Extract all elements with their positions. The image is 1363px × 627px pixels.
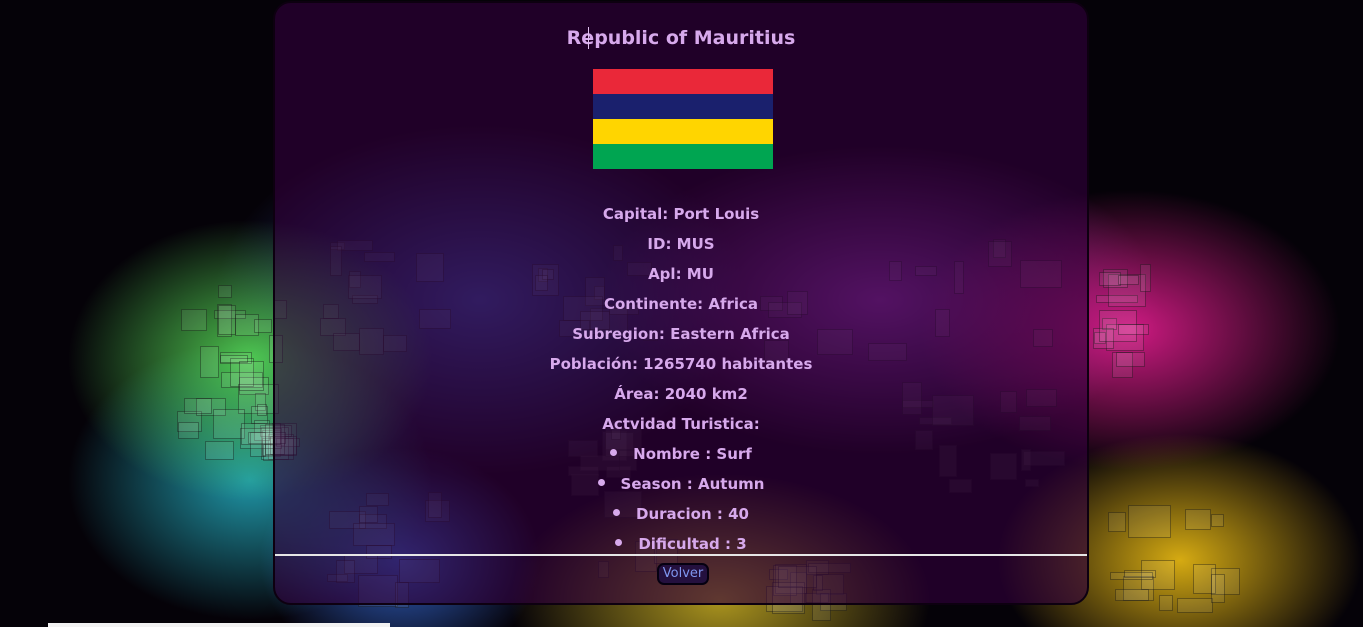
flag-stripe-yellow [593,119,773,144]
area-info: Área: 2040 km2 [614,385,748,403]
map-block [218,285,232,298]
activity-difficulty: Dificultad : 3 [638,535,747,553]
country-name: Republic of Mauritius [566,27,796,49]
divider [275,554,1087,556]
id-info: ID: MUS [647,235,715,253]
continent-info: Continente: Africa [603,295,759,313]
bullet-icon [615,539,623,546]
country-detail-card: Republic of Mauritius Capital: Port Loui… [273,1,1089,605]
map-block [178,422,199,439]
activity-item: Duracion : 40 [275,499,1087,529]
map-block [1116,352,1145,367]
back-button[interactable]: Volver [657,563,709,585]
map-block [1211,514,1224,527]
bottom-scroll-bar [48,623,390,627]
country-flag [593,69,773,169]
map-block [184,398,212,414]
map-block [1185,509,1211,530]
map-block [1211,574,1225,603]
capital-info: Capital: Port Louis [602,205,760,223]
population-info: Población: 1265740 habitantes [549,355,813,373]
country-info-list: Capital: Port Louis ID: MUS Apl: MU Cont… [275,199,1087,559]
map-block [257,404,267,416]
map-block [218,305,236,335]
map-block [254,319,272,333]
text-cursor [588,27,589,49]
bullet-icon [597,479,605,486]
bullet-icon [613,509,620,516]
map-block [200,346,219,378]
activity-season: Season : Autumn [620,475,765,493]
map-block [1115,589,1149,601]
flag-stripe-green [593,144,773,169]
map-block [1118,324,1149,335]
bullet-icon [610,449,618,456]
map-block [1128,505,1171,538]
activity-item: Nombre : Surf [275,439,1087,469]
map-block [1177,598,1213,613]
map-block [1140,264,1151,292]
map-block [1124,570,1156,578]
flag-stripe-blue [593,94,773,119]
activity-name: Nombre : Surf [633,445,752,463]
map-block [239,361,264,391]
map-block [1108,512,1126,532]
map-block [1159,595,1173,611]
tourist-activity-heading: Actvidad Turistica: [602,415,760,433]
activity-item: Season : Autumn [275,469,1087,499]
subregion-info: Subregion: Eastern Africa [572,325,790,343]
apl-info: Apl: MU [648,265,714,283]
activity-duration: Duracion : 40 [636,505,749,523]
map-block [205,441,234,460]
flag-stripe-red [593,69,773,94]
map-block [181,309,207,331]
map-block [1118,275,1139,285]
